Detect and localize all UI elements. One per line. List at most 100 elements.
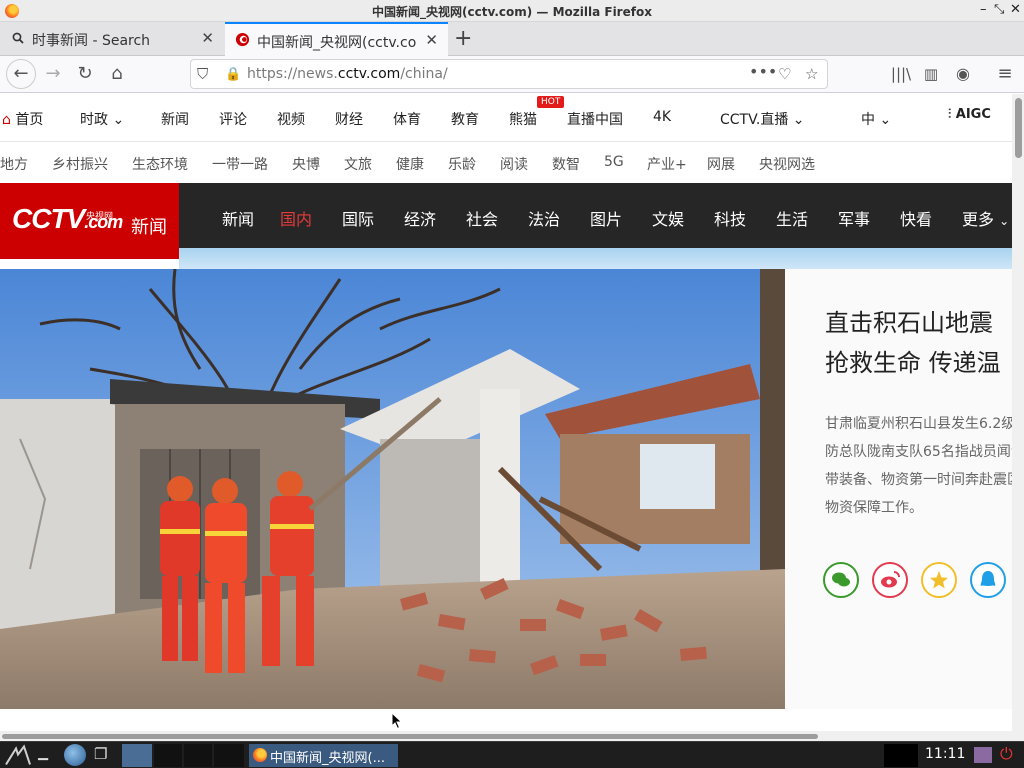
- firefox-taskbar-icon[interactable]: [122, 744, 152, 767]
- nav-4k[interactable]: 4K: [653, 109, 671, 125]
- address-bar[interactable]: ⛉ 🔒 https://news.cctv.com/china/ ••• ♡ ☆: [190, 59, 828, 89]
- chevron-down-icon: ⌄: [999, 214, 1010, 228]
- network-icon[interactable]: [974, 747, 992, 763]
- subnav-leling[interactable]: 乐龄: [448, 154, 476, 174]
- nav-zhibo-zhongguo[interactable]: 直播中国: [567, 109, 623, 129]
- nav-shizheng[interactable]: 时政 ⌄: [80, 109, 124, 129]
- channel-fazhi[interactable]: 法治: [528, 206, 560, 230]
- subnav-yangbo[interactable]: 央博: [292, 154, 320, 174]
- home-icon[interactable]: ⌂: [104, 62, 130, 88]
- channel-wenyu[interactable]: 文娱: [652, 206, 684, 230]
- nav-pinglun[interactable]: 评论: [219, 109, 247, 129]
- nav-xiongmao[interactable]: 熊猫: [509, 109, 537, 129]
- forward-icon[interactable]: →: [40, 62, 66, 88]
- feature-photo[interactable]: [0, 269, 785, 709]
- channel-junshi[interactable]: 军事: [838, 206, 870, 230]
- subnav-difang[interactable]: 地方: [0, 154, 28, 174]
- new-tab-icon[interactable]: +: [454, 26, 472, 51]
- close-tab-icon[interactable]: ✕: [201, 29, 214, 47]
- taskbar-window-label: 中国新闻_央视网(...: [270, 751, 385, 766]
- nav-jiaoyu[interactable]: 教育: [451, 109, 479, 129]
- clock[interactable]: 11:11: [925, 746, 965, 762]
- sidebar-icon[interactable]: ▥: [918, 62, 944, 88]
- nav-language[interactable]: 中 ⌄: [861, 109, 891, 129]
- nav-cctv-live[interactable]: CCTV.直播 ⌄: [720, 109, 805, 129]
- power-icon[interactable]: ⏻: [1000, 744, 1020, 767]
- logo-xinwen-text: 新闻: [131, 217, 167, 238]
- bookmark-star-icon[interactable]: ☆: [805, 65, 818, 83]
- aigc-logo[interactable]: ⫶ AIGC: [948, 107, 991, 122]
- subnav-yuedu[interactable]: 阅读: [500, 154, 528, 174]
- close-window-icon[interactable]: ✕: [1010, 2, 1021, 17]
- feature-headline[interactable]: 直击积石山地震 抢救生命 传递温: [825, 303, 1012, 383]
- library-icon[interactable]: |||\: [888, 62, 914, 88]
- nav-shipin[interactable]: 视频: [277, 109, 305, 129]
- channel-shehui[interactable]: 社会: [466, 206, 498, 230]
- subnav-wenlv[interactable]: 文旅: [344, 154, 372, 174]
- wechat-share-button[interactable]: [823, 562, 859, 598]
- nav-caijing[interactable]: 财经: [335, 109, 363, 129]
- channel-tupian[interactable]: 图片: [590, 206, 622, 230]
- url-text: https://news.cctv.com/china/: [247, 66, 448, 82]
- channel-jingji[interactable]: 经济: [404, 206, 436, 230]
- horizontal-scrollbar[interactable]: [0, 731, 1012, 741]
- subnav-5g[interactable]: 5G: [604, 154, 624, 170]
- subnav-wangzhan[interactable]: 网展: [707, 154, 735, 174]
- weibo-icon: [881, 571, 900, 588]
- tab-cctv-china-news[interactable]: 中国新闻_央视网(cctv.com ✕: [225, 22, 448, 56]
- mouse-cursor-icon: [391, 712, 403, 730]
- lock-icon[interactable]: 🔒: [225, 67, 241, 82]
- start-menu-icon[interactable]: [4, 744, 32, 767]
- file-manager-icon[interactable]: ❐: [94, 745, 116, 768]
- menu-icon[interactable]: ≡: [992, 62, 1018, 88]
- subnav-shuzhi[interactable]: 数智: [552, 154, 580, 174]
- account-icon[interactable]: ◉: [950, 62, 976, 88]
- close-tab-icon[interactable]: ✕: [425, 31, 438, 49]
- channel-kuaikan[interactable]: 快看: [900, 206, 932, 230]
- subnav-jiankang[interactable]: 健康: [396, 154, 424, 174]
- cctv-news-logo[interactable]: CCTV.com 央视网 新闻: [0, 183, 179, 259]
- tab-label: 中国新闻_央视网(cctv.com: [257, 35, 417, 51]
- channel-guonei[interactable]: 国内: [280, 206, 312, 230]
- channel-guoji[interactable]: 国际: [342, 206, 374, 230]
- window-title: 中国新闻_央视网(cctv.com) — Mozilla Firefox: [372, 5, 652, 19]
- browser-launcher-icon[interactable]: [64, 744, 86, 766]
- page-actions-icon[interactable]: •••: [749, 62, 777, 81]
- qzone-share-button[interactable]: [921, 562, 957, 598]
- show-desktop-icon[interactable]: ▁: [38, 746, 58, 768]
- taskbar-window-firefox[interactable]: 中国新闻_央视网(...: [249, 744, 398, 767]
- nav-xinwen[interactable]: 新闻: [161, 109, 189, 129]
- cctv-favicon-icon: [235, 32, 250, 47]
- tab-search[interactable]: 时事新闻 - Search ✕: [0, 22, 224, 56]
- subnav-yangshiwangxuan[interactable]: 央视网选: [759, 154, 815, 174]
- maximize-icon[interactable]: ⤡: [994, 2, 1004, 17]
- channel-xinwen[interactable]: 新闻: [222, 206, 254, 230]
- shield-icon[interactable]: ⛉: [197, 65, 208, 83]
- subnav-chanye[interactable]: 产业+: [647, 154, 687, 174]
- firefox-icon: [253, 748, 267, 762]
- minimize-icon[interactable]: –: [980, 2, 987, 17]
- nav-tiyu[interactable]: 体育: [393, 109, 421, 129]
- channel-shenghuo[interactable]: 生活: [776, 206, 808, 230]
- channel-keji[interactable]: 科技: [714, 206, 746, 230]
- workspace-2[interactable]: [184, 744, 212, 767]
- subnav-yidaiyilu[interactable]: 一带一路: [212, 154, 268, 174]
- scroll-thumb[interactable]: [1015, 98, 1022, 158]
- weibo-share-button[interactable]: [872, 562, 908, 598]
- aigc-icon: ⫶: [948, 107, 952, 122]
- nav-home[interactable]: ⌂ 首页: [2, 109, 43, 129]
- chevron-down-icon: ⌄: [879, 112, 892, 128]
- pocket-icon[interactable]: ♡: [778, 65, 791, 83]
- channel-more[interactable]: 更多 ⌄: [962, 206, 1009, 230]
- qq-share-button[interactable]: [970, 562, 1006, 598]
- reload-icon[interactable]: ↻: [72, 62, 98, 88]
- vertical-scrollbar[interactable]: [1012, 94, 1024, 742]
- subnav-shengtai[interactable]: 生态环境: [132, 154, 188, 174]
- os-taskbar: ▁ ❐ 中国新闻_央视网(... 11:11 ⏻: [0, 741, 1024, 768]
- qq-icon: [980, 571, 996, 586]
- workspace-3[interactable]: [214, 744, 244, 767]
- back-icon[interactable]: ←: [6, 59, 36, 89]
- subnav-xiangcun[interactable]: 乡村振兴: [52, 154, 108, 174]
- workspace-1[interactable]: [154, 744, 182, 767]
- scroll-thumb[interactable]: [2, 734, 818, 739]
